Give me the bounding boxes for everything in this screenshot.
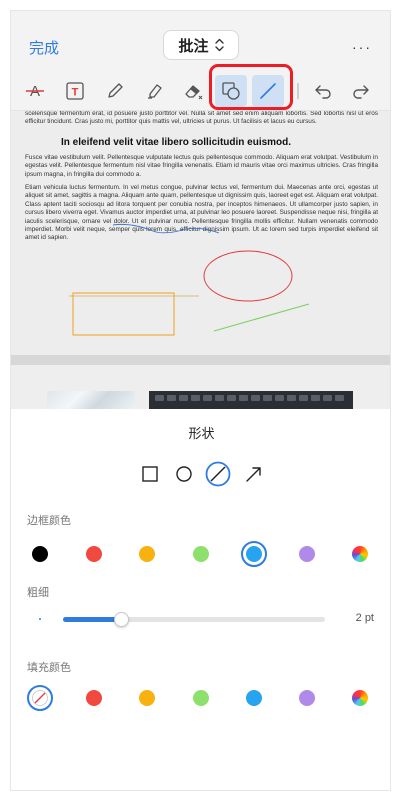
undo-button[interactable] [307,75,339,107]
circle-shape-icon [176,466,192,482]
fill-color-custom-picker[interactable] [352,690,368,706]
strikethrough-text-tool[interactable]: A [19,75,51,107]
document-page-2 [11,365,390,409]
line-shape-icon [205,461,231,487]
keyboard-image [149,391,353,409]
annotation-toolbar: A T [11,71,390,111]
no-fill-icon [32,690,48,706]
border-color-custom-picker[interactable] [352,546,368,562]
shape-settings-panel: 形状 边框颜色 粗细 2 pt 填充颜色 [11,409,390,790]
circle-shape-option[interactable] [171,461,197,487]
up-down-chevron-icon [214,38,224,52]
shapes-tool[interactable] [215,75,247,107]
mode-label: 批注 [178,37,209,55]
marble-image [47,391,135,409]
thickness-label: 粗细 [27,587,49,599]
text-box-icon: T [66,82,84,100]
border-color-green[interactable] [193,546,209,562]
annotation-layer [69,223,310,336]
border-color-options [11,541,390,567]
svg-text:T: T [72,87,79,99]
line-shape-option[interactable] [205,461,231,487]
pencil-tool[interactable] [99,75,131,107]
fill-color-options [11,685,390,711]
page-separator [11,355,390,365]
eraser-tool[interactable] [177,75,209,107]
top-bar: 完成 批注 ··· [11,11,390,71]
thickness-slider-row: 2 pt [11,609,390,629]
text-box-tool[interactable]: T [59,75,91,107]
rectangle-shape-icon [142,466,158,482]
fill-color-blue[interactable] [246,690,262,706]
thickness-slider[interactable] [63,612,325,627]
redo-button[interactable] [345,75,377,107]
fill-color-green[interactable] [193,690,209,706]
more-options-button[interactable]: ··· [352,39,372,55]
red-ellipse-annotation[interactable] [203,250,293,302]
highlighter-icon [148,84,162,99]
border-color-label: 边框颜色 [27,515,71,527]
undo-icon [315,85,331,99]
app-window: 完成 批注 ··· A T [10,10,391,791]
shape-options [11,461,390,487]
blue-freehand-annotation[interactable] [112,223,220,234]
thickness-slider-fill [63,617,121,622]
line-tool[interactable] [252,75,284,107]
orange-rectangle-annotation[interactable] [72,292,175,336]
done-button[interactable]: 完成 [29,37,59,58]
fill-color-red[interactable] [86,690,102,706]
fill-color-purple[interactable] [299,690,315,706]
eraser-icon [185,85,203,100]
green-line-annotation[interactable] [213,303,310,332]
line-icon [260,83,276,99]
border-color-black[interactable] [32,546,48,562]
arrow-shape-option[interactable] [241,461,267,487]
shapes-icon [222,82,240,100]
fill-color-label: 填充颜色 [27,662,71,674]
annotation-mode-selector[interactable]: 批注 [163,30,239,60]
border-color-blue-selected[interactable] [241,541,267,567]
border-color-red[interactable] [86,546,102,562]
thickness-slider-thumb[interactable] [114,612,129,627]
rectangle-shape-option[interactable] [137,461,163,487]
strikethrough-text-icon: A [26,83,44,100]
highlighter-tool[interactable] [139,75,171,107]
redo-icon [353,85,369,99]
arrow-shape-icon [246,467,261,482]
fill-color-none-selected[interactable] [27,685,53,711]
thin-indicator-icon [39,618,41,620]
border-color-orange[interactable] [139,546,155,562]
fill-color-orange[interactable] [139,690,155,706]
panel-title: 形状 [188,426,215,441]
document-viewer[interactable]: scelerisque fermentum erat, id posuere j… [11,111,390,409]
toolbar-divider [297,83,299,99]
thickness-value: 2 pt [355,612,374,624]
border-color-purple[interactable] [299,546,315,562]
pencil-icon [108,83,123,98]
